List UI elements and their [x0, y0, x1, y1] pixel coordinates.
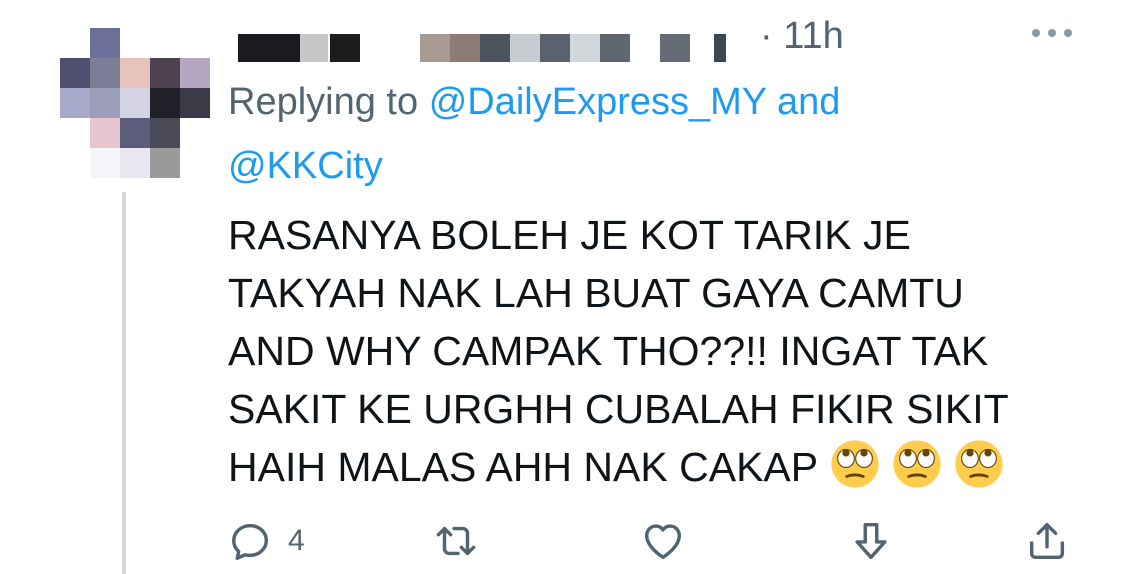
- emoji-group: [818, 440, 1004, 490]
- reply-button[interactable]: 4: [228, 516, 305, 566]
- replying-to: Replying to @DailyExpress_MY and @KKCity: [228, 70, 1088, 198]
- retweet-icon: [436, 526, 476, 556]
- like-icon: [644, 524, 682, 560]
- reply-icon: [232, 523, 269, 560]
- tweet-header: [238, 14, 1098, 62]
- bookmark-button[interactable]: [848, 516, 894, 566]
- more-icon[interactable]: [1028, 22, 1076, 42]
- tweet-text-line: AND WHY CAMPAK THO??!! INGAT TAK: [228, 328, 989, 374]
- action-bar: 4: [228, 516, 1088, 566]
- timestamp-value[interactable]: 11h: [783, 15, 844, 57]
- mention-link[interactable]: @DailyExpress_MY: [429, 81, 767, 123]
- share-icon: [1029, 522, 1065, 560]
- tweet-text-line: SAKIT KE URGHH CUBALAH FIKIR SIKIT: [228, 386, 1009, 432]
- retweet-button[interactable]: [433, 516, 493, 566]
- rolling-eyes-emoji-icon: [955, 440, 1003, 488]
- timestamp-separator: ·: [760, 15, 773, 57]
- replying-to-label: Replying to: [228, 81, 419, 123]
- tweet-text-line-last: HAIH MALAS AHH NAK CAKAP: [228, 438, 1088, 496]
- rolling-eyes-emoji-icon: [831, 440, 879, 488]
- tweet-text-line: RASANYA BOLEH JE KOT TARIK JE: [228, 212, 911, 258]
- bookmark-icon: [855, 522, 887, 560]
- tweet-text-line: HAIH MALAS AHH NAK CAKAP: [228, 444, 819, 490]
- avatar[interactable]: [60, 28, 210, 180]
- mention-link[interactable]: @KKCity: [228, 145, 383, 187]
- like-button[interactable]: [640, 516, 700, 566]
- thread-line: [122, 192, 126, 574]
- tweet-text: RASANYA BOLEH JE KOT TARIK JE TAKYAH NAK…: [228, 206, 1088, 496]
- rolling-eyes-emoji-icon: [893, 440, 941, 488]
- tweet-text-line: TAKYAH NAK LAH BUAT GAYA CAMTU: [228, 270, 964, 316]
- share-button[interactable]: [1024, 516, 1070, 566]
- mention-and-label[interactable]: and: [777, 81, 840, 123]
- reply-count: 4: [288, 524, 305, 557]
- tweet-timestamp[interactable]: · 11h: [760, 14, 844, 58]
